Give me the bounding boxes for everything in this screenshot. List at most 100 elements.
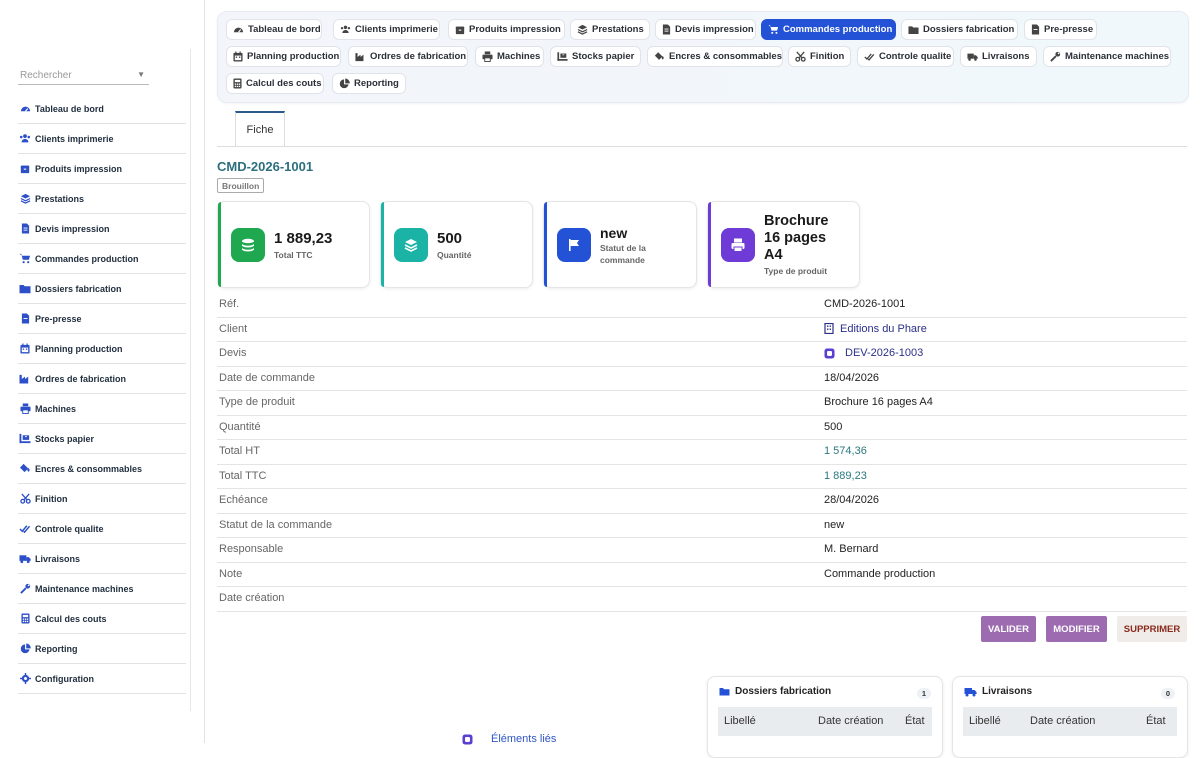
- calculator-icon: [233, 78, 242, 89]
- panel-livraisons: Livraisons 0 Libellé Date création État: [952, 676, 1188, 758]
- sidebar-item-ordres-de-fabrication[interactable]: Ordres de fabrication: [18, 364, 186, 394]
- box-icon: [455, 24, 465, 35]
- record-title: CMD-2026-1001: [217, 159, 314, 174]
- tab-produits-impression[interactable]: Produits impression: [448, 19, 565, 40]
- tab-label: Finition: [810, 51, 845, 62]
- sidebar-item-maintenance-machines[interactable]: Maintenance machines: [18, 574, 186, 604]
- sidebar-item-reporting[interactable]: Reporting: [18, 634, 186, 664]
- tab-fiche[interactable]: Fiche: [235, 111, 285, 146]
- field-row-ref: Réf. CMD-2026-1001: [217, 293, 1187, 318]
- kpi-card-total-ttc: 1 889,23 Total TTC: [217, 201, 370, 288]
- count-badge: 0: [1161, 688, 1175, 699]
- sidebar-item-devis-impression[interactable]: Devis impression: [18, 214, 186, 244]
- status-badge: Brouillon: [217, 178, 265, 193]
- file-icon: [1031, 24, 1040, 35]
- sidebar-item-dossiers-fabrication[interactable]: Dossiers fabrication: [18, 274, 186, 304]
- sidebar-item-configuration[interactable]: Configuration: [18, 664, 186, 694]
- column-header: Date création: [818, 715, 884, 727]
- sidebar-item-stocks-papier[interactable]: Stocks papier: [18, 424, 186, 454]
- sidebar-item-planning-production[interactable]: Planning production: [18, 334, 186, 364]
- tab-finition[interactable]: Finition: [788, 46, 851, 67]
- linked-elements-header: Éléments liés: [462, 733, 556, 745]
- scissors-icon: [795, 51, 806, 62]
- sidebar-menu: Tableau de bord Clients imprimerie Produit…: [18, 94, 186, 694]
- modify-button[interactable]: MODIFIER: [1046, 616, 1107, 642]
- quote-icon: [824, 348, 835, 359]
- tab-encres-consommables[interactable]: Encres & consommables: [647, 46, 783, 67]
- sidebar-item-calcul-des-couts[interactable]: Calcul des couts: [18, 604, 186, 634]
- tab-label: Livraisons: [982, 51, 1030, 62]
- sidebar-item-finition[interactable]: Finition: [18, 484, 186, 514]
- field-value: Brochure 16 pages A4: [824, 396, 933, 408]
- sidebar-item-label: Prestations: [35, 193, 85, 204]
- gear-icon: [19, 673, 31, 685]
- field-value: 28/04/2026: [824, 494, 880, 506]
- field-value: M. Bernard: [824, 543, 879, 555]
- tab-livraisons[interactable]: Livraisons: [960, 46, 1037, 67]
- sidebar-item-machines[interactable]: Machines: [18, 394, 186, 424]
- file-icon: [19, 313, 31, 325]
- printer-icon: [721, 228, 755, 262]
- folder-icon: [719, 687, 730, 696]
- delete-button[interactable]: SUPPRIMER: [1117, 616, 1187, 642]
- kpi-value: 1 889,23: [274, 230, 333, 247]
- validate-button[interactable]: VALIDER: [981, 616, 1036, 642]
- field-row-type-produit: Type de produit Brochure 16 pages A4: [217, 391, 1187, 416]
- calendar-icon: [19, 343, 31, 355]
- tab-machines[interactable]: Machines: [475, 46, 544, 67]
- wrench-icon: [1050, 51, 1061, 62]
- tab-clients-imprimerie[interactable]: Clients imprimerie: [333, 19, 440, 40]
- sidebar-item-pre-presse[interactable]: Pre-presse: [18, 304, 186, 334]
- sidebar-item-controle-qualite[interactable]: Controle qualite: [18, 514, 186, 544]
- printer-icon: [482, 51, 493, 62]
- client-link[interactable]: Editions du Phare: [824, 323, 927, 335]
- sidebar-item-label: Produits impression: [35, 163, 123, 174]
- kpi-label: Quantité: [437, 250, 472, 260]
- tab-label: Encres & consommables: [669, 51, 782, 62]
- sidebar-item-tableau-de-bord[interactable]: Tableau de bord: [18, 94, 186, 124]
- column-header: Libellé: [724, 715, 756, 727]
- kpi-card-quantite: 500 Quantité: [380, 201, 533, 288]
- tab-commandes-production[interactable]: Commandes production: [761, 19, 896, 40]
- tab-tableau-de-bord[interactable]: Tableau de bord: [226, 19, 322, 40]
- kpi-value: Brochure 16 pages A4: [764, 213, 829, 263]
- field-label: Statut de la commande: [219, 518, 333, 531]
- tab-maintenance-machines[interactable]: Maintenance machines: [1043, 46, 1171, 67]
- tab-devis-impression[interactable]: Devis impression: [655, 19, 756, 40]
- tab-reporting[interactable]: Reporting: [332, 73, 406, 94]
- folder-icon: [908, 24, 919, 35]
- folder-icon: [19, 283, 31, 295]
- tab-calcul-des-couts[interactable]: Calcul des couts: [226, 73, 324, 94]
- tab-label: Maintenance machines: [1065, 51, 1170, 62]
- kpi-label: Statut de la commande: [600, 243, 646, 265]
- sidebar-item-produits-impression[interactable]: Produits impression: [18, 154, 186, 184]
- module-tabs: Tableau de bord Clients imprimerie Produit…: [217, 11, 1189, 103]
- field-row-responsable: Responsable M. Bernard: [217, 538, 1187, 563]
- devis-link[interactable]: DEV-2026-1003: [824, 347, 923, 359]
- table-header: Libellé Date création État: [963, 707, 1177, 736]
- tab-dossiers-fabrication[interactable]: Dossiers fabrication: [901, 19, 1018, 40]
- field-value: 18/04/2026: [824, 371, 880, 384]
- tab-controle-qualite[interactable]: Controle qualite: [857, 46, 954, 67]
- field-row-total-ttc: Total TTC 1 889,23: [217, 465, 1187, 489]
- tab-stocks-papier[interactable]: Stocks papier: [550, 46, 641, 67]
- sidebar-item-encres-consommables[interactable]: Encres & consommables: [18, 454, 186, 484]
- wrench-icon: [19, 583, 31, 595]
- tab-planning-production[interactable]: Planning production: [226, 46, 341, 67]
- sidebar-item-clients-imprimerie[interactable]: Clients imprimerie: [18, 124, 186, 154]
- tab-label: Calcul des couts: [246, 78, 322, 89]
- pie-chart-icon: [19, 643, 31, 655]
- search-input[interactable]: Rechercher ▼: [18, 67, 149, 85]
- sidebar-item-prestations[interactable]: Prestations: [18, 184, 186, 214]
- sidebar-item-label: Ordres de fabrication: [35, 373, 127, 384]
- tab-prestations[interactable]: Prestations: [570, 19, 650, 40]
- tab-ordres-de-fabrication[interactable]: Ordres de fabrication: [348, 46, 468, 67]
- column-header: Libellé: [969, 715, 1001, 727]
- sidebar-item-commandes-production[interactable]: Commandes production: [18, 244, 186, 274]
- tab-pre-presse[interactable]: Pre-presse: [1024, 19, 1097, 40]
- sidebar-item-label: Maintenance machines: [35, 583, 134, 594]
- sidebar-item-label: Pre-presse: [35, 313, 82, 324]
- sidebar-item-livraisons[interactable]: Livraisons: [18, 544, 186, 574]
- tab-divider: [217, 146, 1187, 147]
- layers-icon: [577, 24, 588, 35]
